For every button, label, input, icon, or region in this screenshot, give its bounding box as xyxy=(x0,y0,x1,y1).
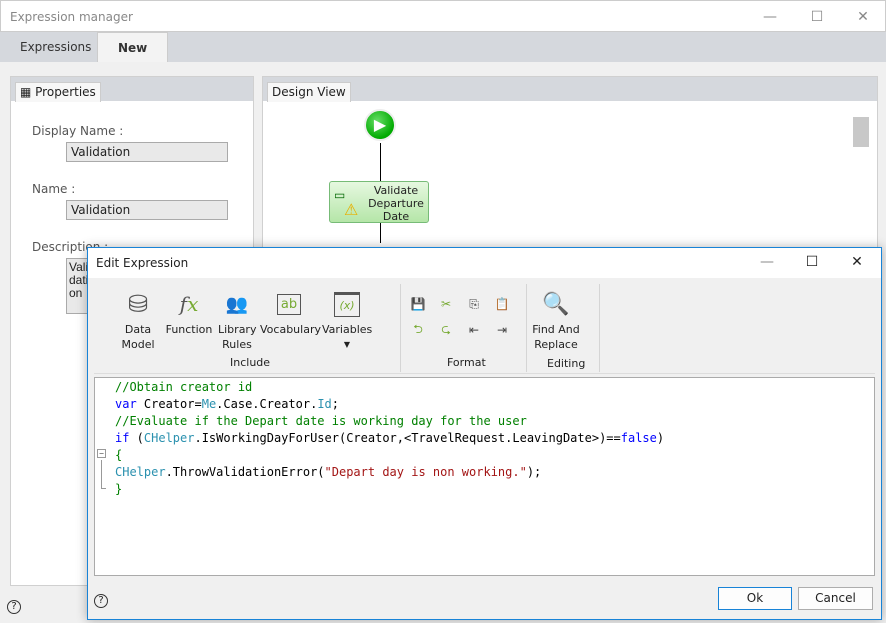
undo-icon[interactable]: ⮌ xyxy=(410,322,426,338)
code-token: var xyxy=(115,397,137,411)
code-token: ; xyxy=(331,397,340,411)
format-group-label: Format xyxy=(447,356,486,369)
tab-design-view[interactable]: Design View xyxy=(267,82,351,102)
properties-icon: ▦ xyxy=(20,85,36,99)
fold-line-end xyxy=(101,488,106,489)
include-group-label: Include xyxy=(230,356,271,369)
scrollbar[interactable] xyxy=(853,117,869,147)
fold-line xyxy=(101,460,102,488)
ok-button[interactable]: Ok xyxy=(718,587,792,610)
separator xyxy=(400,284,401,372)
code-token: } xyxy=(115,482,123,496)
variables-button[interactable]: (x) Variables ▼ xyxy=(322,286,372,352)
code-line: if (CHelper.IsWorkingDayForUser(Creator,… xyxy=(115,430,664,447)
code-line: CHelper.ThrowValidationError("Depart day… xyxy=(115,464,541,481)
find-replace-icon: 🔍 xyxy=(542,291,570,317)
code-editor[interactable]: − //Obtain creator id var Creator=Me.Case… xyxy=(94,377,875,576)
code-token: .ThrowValidationError( xyxy=(165,465,325,479)
editing-group-label: Editing xyxy=(547,357,586,370)
code-line: } xyxy=(115,481,122,498)
dialog-maximize-button[interactable]: ☐ xyxy=(797,252,827,272)
code-token: Creator= xyxy=(136,397,202,411)
function-button[interactable]: f x Function xyxy=(164,286,214,337)
task-label: Validate Departure Date xyxy=(368,184,424,223)
code-token: false xyxy=(620,431,657,445)
tab-bar: Expressions New xyxy=(0,32,886,62)
tab-new[interactable]: New xyxy=(97,32,169,62)
edit-expression-dialog: Edit Expression — ☐ ✕ ⛁ Data Model f x Func… xyxy=(87,247,882,620)
code-token: //Obtain creator id xyxy=(115,380,253,394)
copy-icon[interactable]: ⎘ xyxy=(466,296,482,312)
code-token: .Case.Creator. xyxy=(216,397,318,411)
code-line: var Creator=Me.Case.Creator.Id; xyxy=(115,396,339,413)
vocabulary-icon: ab xyxy=(260,286,318,322)
dropdown-arrow-icon: ▼ xyxy=(343,340,351,349)
code-token: "Depart day is non working." xyxy=(324,465,527,479)
warning-icon: ⚠ xyxy=(344,200,359,219)
database-icon: ⛁ xyxy=(127,289,149,318)
separator xyxy=(526,284,527,372)
function-icon: fx xyxy=(179,291,199,316)
minimize-button[interactable]: — xyxy=(755,7,785,27)
save-icon[interactable]: 💾 xyxy=(410,296,426,312)
collapse-icon[interactable]: − xyxy=(97,449,106,458)
start-event-icon[interactable]: ▶ xyxy=(364,109,396,141)
code-token: .IsWorkingDayForUser(Creator,<TravelRequ… xyxy=(194,431,621,445)
paste-icon[interactable]: 📋 xyxy=(494,296,510,312)
code-token: ( xyxy=(129,431,144,445)
close-button[interactable]: ✕ xyxy=(848,7,878,27)
dialog-help-icon[interactable]: ? xyxy=(94,594,108,608)
code-token: { xyxy=(115,448,123,462)
code-token: ); xyxy=(526,465,542,479)
code-token: if xyxy=(115,431,130,445)
outdent-icon[interactable]: ⇤ xyxy=(466,322,482,338)
code-token: Me xyxy=(201,397,217,411)
display-name-label: Display Name : xyxy=(32,124,124,138)
cut-icon[interactable]: ✂ xyxy=(438,296,454,312)
code-line: //Obtain creator id xyxy=(115,379,252,396)
description-text: Validation xyxy=(69,260,89,300)
separator xyxy=(599,284,600,372)
name-field[interactable]: Validation xyxy=(66,200,228,220)
code-line: //Evaluate if the Depart date is working… xyxy=(115,413,527,430)
ribbon: ⛁ Data Model f x Function 👥 Library Rules ab… xyxy=(94,282,875,374)
find-and-replace-button[interactable]: 🔍 Find And Replace xyxy=(532,286,580,352)
dialog-titlebar: Edit Expression — ☐ ✕ xyxy=(88,248,881,278)
maximize-button[interactable]: ☐ xyxy=(802,7,832,27)
dialog-close-button[interactable]: ✕ xyxy=(842,252,872,272)
code-token: Id xyxy=(317,397,332,411)
footer: ? xyxy=(0,596,87,623)
cancel-button[interactable]: Cancel xyxy=(798,587,873,610)
dialog-minimize-button[interactable]: — xyxy=(752,252,782,272)
tab-properties[interactable]: ▦ Properties xyxy=(15,82,101,102)
code-token: //Evaluate if the Depart date is working… xyxy=(115,414,527,428)
format-tools: 💾 ✂ ⎘ 📋 ⮌ ⮎ ⇤ ⇥ xyxy=(410,296,520,338)
name-label: Name : xyxy=(32,182,76,196)
code-token: CHelper xyxy=(115,465,166,479)
window-title: Expression manager xyxy=(10,10,133,24)
data-model-button[interactable]: ⛁ Data Model xyxy=(118,286,158,352)
code-token: ) xyxy=(656,431,665,445)
variables-icon: (x) xyxy=(322,286,372,322)
dialog-title: Edit Expression xyxy=(96,256,189,270)
window-titlebar: Expression manager — ☐ ✕ xyxy=(0,0,886,32)
code-line: { xyxy=(115,447,122,464)
indent-icon[interactable]: ⇥ xyxy=(494,322,510,338)
task-validate-departure-date[interactable]: ▭ ⚠ Validate Departure Date xyxy=(329,181,429,223)
help-icon[interactable]: ? xyxy=(7,600,21,614)
library-rules-button[interactable]: 👥 Library Rules xyxy=(218,286,256,352)
redo-icon[interactable]: ⮎ xyxy=(438,322,454,338)
library-rules-icon: 👥 xyxy=(225,293,249,315)
vocabulary-button[interactable]: ab Vocabulary xyxy=(260,286,321,337)
code-token: CHelper xyxy=(143,431,195,445)
tab-expressions[interactable]: Expressions xyxy=(0,32,111,62)
display-name-field[interactable]: Validation xyxy=(66,142,228,162)
